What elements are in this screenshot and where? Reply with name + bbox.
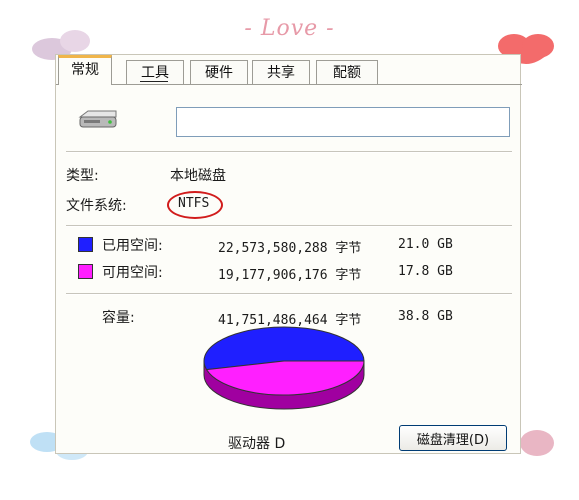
tab-general-label: 常规 [71,62,99,78]
free-space-gb: 17.8 GB [398,264,453,279]
used-space-label: 已用空间: [102,238,163,254]
used-space-bytes: 22,573,580,288 字节 [218,241,362,256]
free-space-label: 可用空间: [102,265,163,281]
file-system-label: 文件系统: [66,198,127,214]
tab-hardware-label: 硬件 [205,65,233,81]
love-decoration: - Love - [244,16,335,41]
tab-sharing-label: 共享 [267,65,295,81]
type-label: 类型: [66,168,99,184]
tab-quota-label: 配额 [333,65,361,81]
disk-usage-pie-chart [203,326,365,410]
tab-bar: 常规 工具 硬件 共享 配额 [56,55,522,85]
disk-cleanup-button[interactable]: 磁盘清理(D) [399,425,507,451]
tab-quota[interactable]: 配额 [316,60,378,84]
frame-blob-bottom-right [520,430,554,456]
tab-sharing[interactable]: 共享 [252,60,310,84]
capacity-gb: 38.8 GB [398,309,453,324]
tab-general[interactable]: 常规 [58,55,112,85]
separator-bottom [66,293,512,295]
screenshot-stage: - Love - 常规 工具 硬件 共享 配额 类型: 本地磁盘 文件系统: N… [0,0,579,500]
disk-cleanup-label: 磁盘清理(D) [416,432,490,448]
properties-dialog: 常规 工具 硬件 共享 配额 类型: 本地磁盘 文件系统: NTFS 已用空间:… [55,54,522,454]
hard-drive-icon [78,110,117,128]
volume-name-input[interactable] [176,107,510,137]
tab-tools-label: 工具 [141,65,169,81]
separator-middle [66,225,512,227]
used-space-swatch [78,237,93,252]
free-space-bytes: 19,177,906,176 字节 [218,268,362,283]
capacity-label: 容量: [102,310,135,326]
type-value: 本地磁盘 [170,168,226,184]
tab-tools-underline [140,81,168,82]
ntfs-highlight-ring [167,191,223,219]
separator-top [66,151,512,153]
free-space-swatch [78,264,93,279]
drive-label: 驱动器 D [228,436,286,452]
used-space-gb: 21.0 GB [398,237,453,252]
tab-hardware[interactable]: 硬件 [190,60,248,84]
